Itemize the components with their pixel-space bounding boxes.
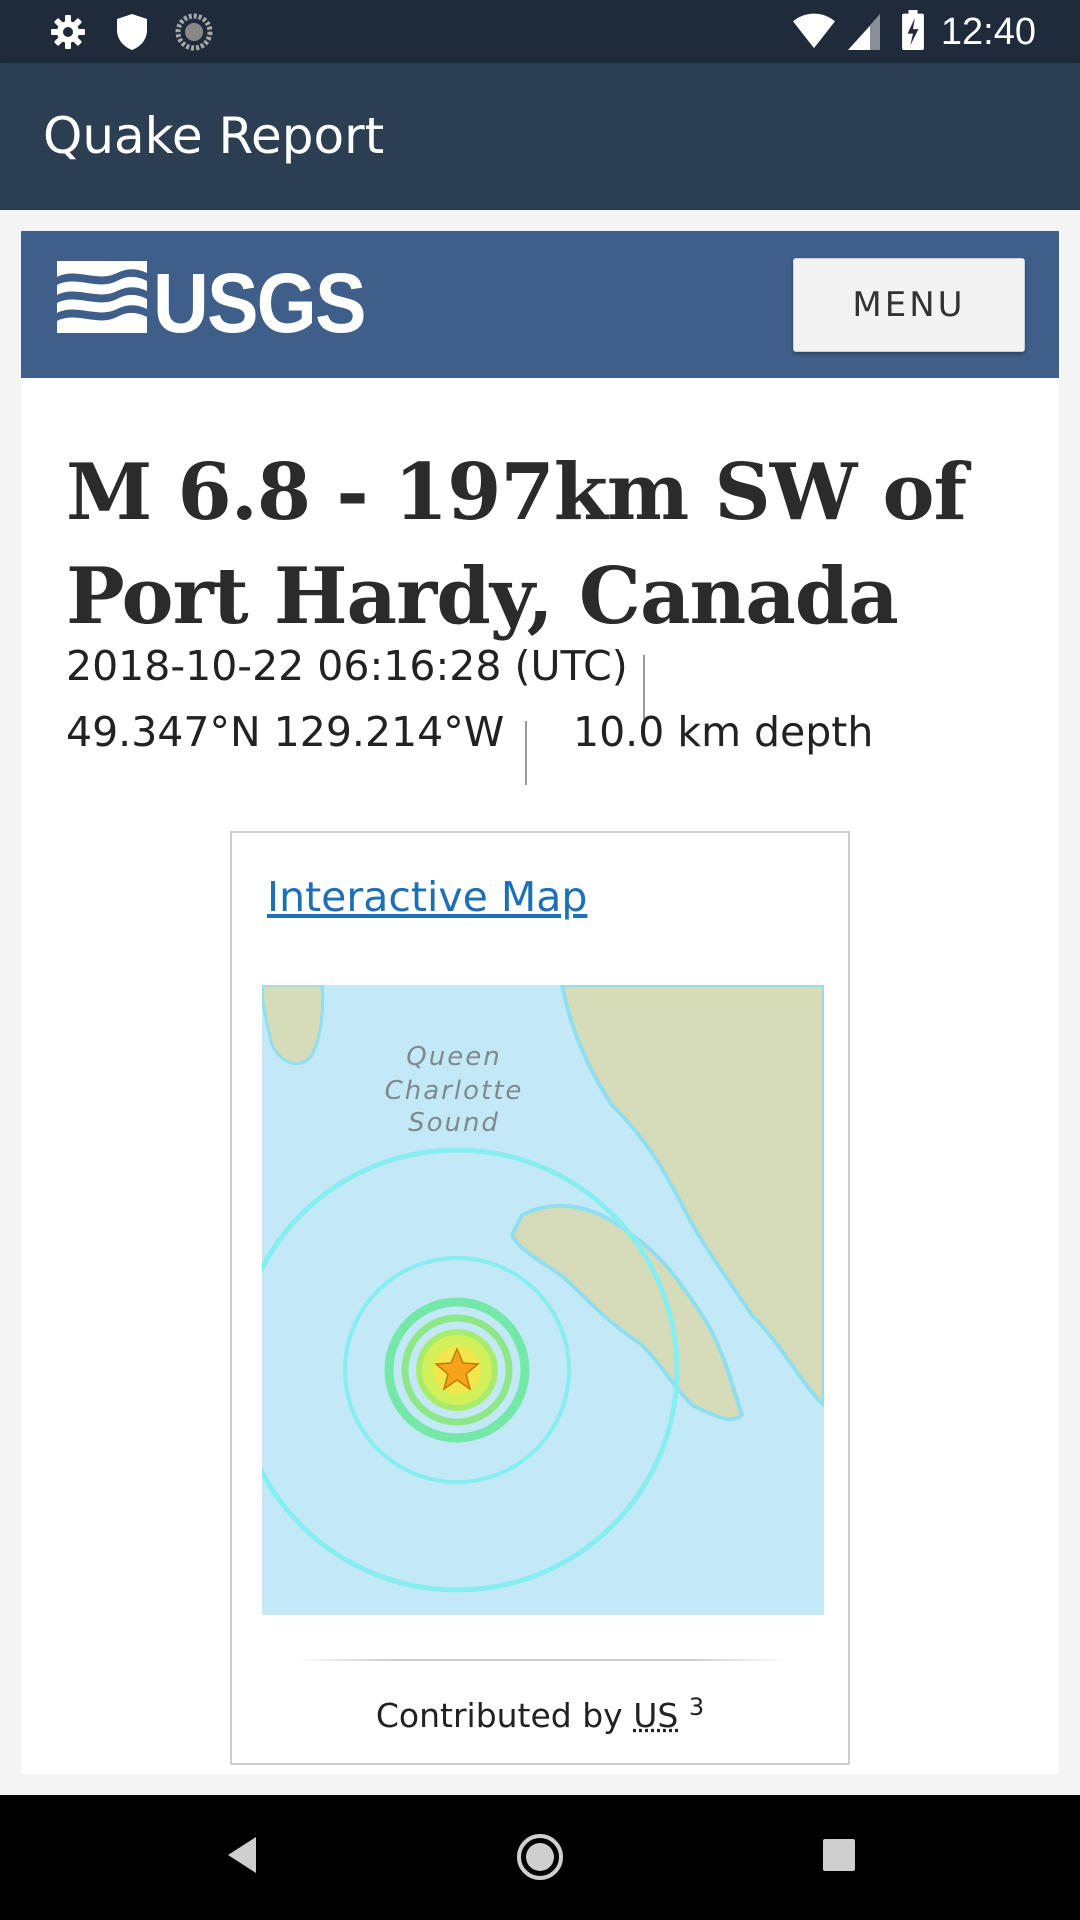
shield-icon [117, 14, 147, 50]
battery-charging-icon [902, 10, 924, 50]
sync-icon [175, 13, 213, 51]
contributed-by-label: Contributed by [375, 1696, 623, 1735]
app-bar: Quake Report [0, 63, 1080, 210]
map-label: Charlotte [385, 1076, 524, 1106]
recents-icon[interactable] [822, 1838, 856, 1872]
home-icon[interactable] [515, 1832, 565, 1882]
status-time: 12:40 [940, 11, 1036, 53]
cell-signal-icon [848, 14, 880, 50]
navigation-bar [0, 1795, 1080, 1920]
back-icon[interactable] [226, 1835, 258, 1875]
card-divider [292, 1659, 792, 1661]
map-label: Queen [406, 1042, 501, 1072]
event-depth: 10.0 km depth [573, 708, 874, 756]
network-abbr[interactable]: US [633, 1696, 678, 1735]
event-time: 2018-10-22 06:16:28 (UTC) [66, 642, 628, 690]
usgs-wave-logo-icon[interactable] [57, 261, 147, 333]
settings-icon [51, 15, 85, 49]
status-bar: 12:40 [0, 0, 1080, 63]
map-label: Sound [408, 1108, 500, 1138]
usgs-header: USGS MENU [21, 231, 1059, 378]
event-page: USGS MENU M 6.8 - 197km SW of Port Hardy… [21, 231, 1059, 1774]
event-location: 49.347°N 129.214°W [66, 708, 505, 756]
wifi-icon [793, 13, 835, 49]
contributor-line: Contributed by US 3 [232, 1693, 848, 1735]
interactive-map-link[interactable]: Interactive Map [267, 873, 587, 921]
meta-divider [525, 721, 527, 785]
event-title: M 6.8 - 197km SW of Port Hardy, Canada [66, 447, 967, 642]
app-title: Quake Report [43, 107, 385, 165]
network-superscript: 3 [688, 1693, 705, 1721]
map-card: Interactive Map Queen Charlotte Sound Co… [230, 831, 850, 1765]
usgs-logo-text[interactable]: USGS [153, 261, 366, 345]
webview[interactable]: USGS MENU M 6.8 - 197km SW of Port Hardy… [0, 210, 1080, 1795]
epicenter-map[interactable]: Queen Charlotte Sound [262, 985, 824, 1615]
menu-button[interactable]: MENU [793, 258, 1025, 352]
